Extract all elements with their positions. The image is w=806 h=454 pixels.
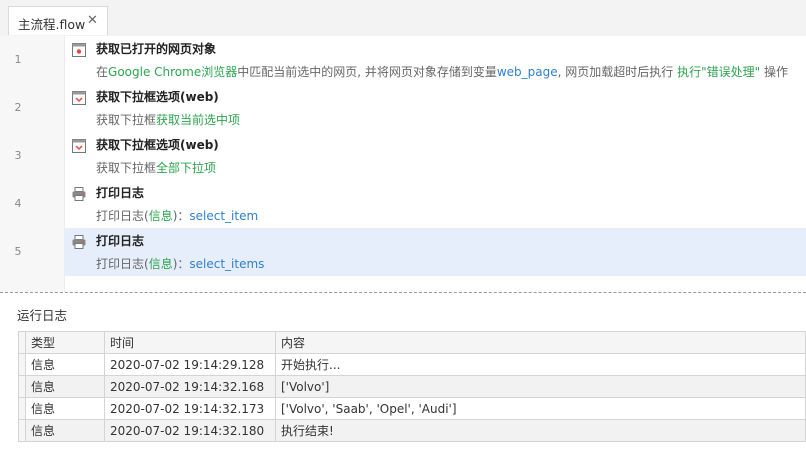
step-title: 获取下拉框选项(web) bbox=[96, 90, 219, 104]
log-cell-type: 信息 bbox=[25, 419, 105, 442]
keyword-token[interactable]: 信息 bbox=[149, 257, 173, 271]
log-cell-time: 2020-07-02 19:14:32.180 bbox=[104, 419, 276, 442]
close-icon[interactable]: ✕ bbox=[87, 13, 98, 28]
step-title: 获取下拉框选项(web) bbox=[96, 138, 219, 152]
description-text: 获取下拉框 bbox=[96, 161, 157, 175]
step-title: 打印日志 bbox=[96, 186, 145, 200]
variable-token[interactable]: select_items bbox=[189, 257, 264, 271]
line-number: 1 bbox=[14, 53, 22, 66]
tab-main-flow[interactable]: 主流程.flow ✕ bbox=[8, 6, 108, 35]
row-header[interactable] bbox=[18, 375, 26, 398]
step-description: 在Google Chrome浏览器中匹配当前选中的网页, 并将网页对象存储到变量… bbox=[96, 63, 788, 80]
row-header-corner bbox=[18, 331, 26, 354]
log-cell-content: ['Volvo'] bbox=[275, 375, 806, 398]
line-number: 5 bbox=[14, 245, 22, 258]
step-description: 打印日志(信息)：select_item bbox=[96, 207, 258, 224]
line-number: 2 bbox=[14, 101, 22, 114]
column-header-type[interactable]: 类型 bbox=[25, 331, 105, 354]
keyword-token[interactable]: 执行"错误处理" bbox=[677, 65, 760, 79]
keyword-token[interactable]: Google Chrome浏览器 bbox=[108, 65, 237, 79]
log-cell-type: 信息 bbox=[25, 397, 105, 420]
line-gutter: 1 2 3 4 5 bbox=[0, 36, 65, 292]
step-title: 打印日志 bbox=[96, 234, 145, 248]
log-cell-type: 信息 bbox=[25, 375, 105, 398]
printer-icon bbox=[72, 186, 86, 201]
log-row[interactable]: 信息 2020-07-02 19:14:32.168 ['Volvo'] bbox=[18, 375, 806, 398]
tab-label: 主流程.flow bbox=[18, 17, 86, 32]
printer-icon bbox=[72, 234, 86, 249]
step-description: 打印日志(信息)：select_items bbox=[96, 255, 264, 272]
description-text: 获取下拉框 bbox=[96, 113, 157, 127]
tab-bar: 主流程.flow ✕ bbox=[0, 0, 806, 37]
description-text: )： bbox=[172, 257, 190, 271]
keyword-token[interactable]: 获取当前选中项 bbox=[156, 113, 240, 127]
log-cell-content: ['Volvo', 'Saab', 'Opel', 'Audi'] bbox=[275, 397, 806, 420]
flow-step[interactable]: 获取下拉框选项(web) 获取下拉框获取当前选中项 bbox=[64, 84, 806, 132]
log-cell-time: 2020-07-02 19:14:32.173 bbox=[104, 397, 276, 420]
flow-step[interactable]: 打印日志打印日志(信息)：select_items bbox=[64, 228, 806, 276]
flow-step[interactable]: 获取下拉框选项(web) 获取下拉框全部下拉项 bbox=[64, 132, 806, 180]
log-row[interactable]: 信息 2020-07-02 19:14:32.173 ['Volvo', 'Saab… bbox=[18, 397, 806, 420]
dropdown-icon bbox=[72, 138, 86, 153]
log-cell-content: 开始执行... bbox=[275, 353, 806, 376]
row-header[interactable] bbox=[18, 419, 26, 442]
keyword-token[interactable]: 全部下拉项 bbox=[156, 161, 216, 175]
row-header[interactable] bbox=[18, 353, 26, 376]
description-text: , 网页加载超时后执行 bbox=[557, 65, 678, 79]
description-text: 中匹配当前选中的网页, 并将网页对象存储到变量 bbox=[237, 65, 497, 79]
description-text: 打印日志( bbox=[96, 209, 149, 223]
log-row[interactable]: 信息 2020-07-02 19:14:32.180 执行结束! bbox=[18, 419, 806, 442]
flow-step[interactable]: 获取已打开的网页对象 在Google Chrome浏览器中匹配当前选中的网页, 并… bbox=[64, 36, 806, 84]
browser-icon bbox=[72, 42, 86, 57]
log-panel-title: 运行日志 bbox=[17, 308, 68, 323]
variable-token[interactable]: select_item bbox=[189, 209, 258, 223]
line-number: 3 bbox=[14, 149, 22, 162]
flow-editor: 12345 获取已打开的网页对象 在Google Chrome浏览器中匹配当前选中… bbox=[0, 36, 806, 292]
panel-divider[interactable] bbox=[0, 292, 806, 293]
log-header-row: 类型 时间 内容 bbox=[18, 331, 806, 354]
description-text: 在 bbox=[96, 65, 109, 79]
column-header-time[interactable]: 时间 bbox=[104, 331, 276, 354]
dropdown-icon bbox=[72, 90, 86, 105]
log-cell-time: 2020-07-02 19:14:29.128 bbox=[104, 353, 276, 376]
step-title: 获取已打开的网页对象 bbox=[96, 42, 217, 56]
column-header-content[interactable]: 内容 bbox=[275, 331, 806, 354]
keyword-token[interactable]: 信息 bbox=[149, 209, 173, 223]
log-cell-content: 执行结束! bbox=[275, 419, 806, 442]
description-text: 操作 bbox=[760, 65, 788, 79]
step-description: 获取下拉框获取当前选中项 bbox=[96, 111, 240, 128]
variable-token[interactable]: web_page bbox=[497, 65, 558, 79]
line-number: 4 bbox=[14, 197, 22, 210]
description-text: )： bbox=[172, 209, 190, 223]
log-cell-type: 信息 bbox=[25, 353, 105, 376]
log-cell-time: 2020-07-02 19:14:32.168 bbox=[104, 375, 276, 398]
description-text: 打印日志( bbox=[96, 257, 149, 271]
step-description: 获取下拉框全部下拉项 bbox=[96, 159, 216, 176]
log-table: 类型 时间 内容 信息 2020-07-02 19:14:29.128 开始执行..… bbox=[18, 331, 806, 442]
row-header[interactable] bbox=[18, 397, 26, 420]
flow-step[interactable]: 打印日志打印日志(信息)：select_item bbox=[64, 180, 806, 228]
log-row[interactable]: 信息 2020-07-02 19:14:29.128 开始执行... bbox=[18, 353, 806, 376]
